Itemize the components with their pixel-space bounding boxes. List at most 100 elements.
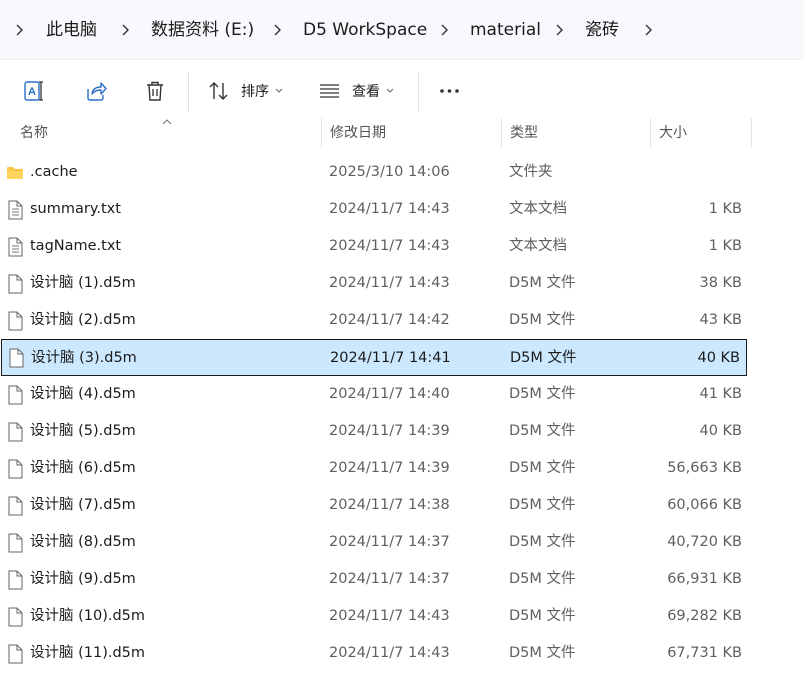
file-type: 文本文档 [509,201,567,217]
file-size: 1 KB [708,201,742,217]
file-size: 66,931 KB [667,571,742,587]
chevron-right-icon[interactable] [437,18,451,42]
file-type: 文件夹 [509,164,553,180]
file-icon [6,533,24,553]
file-icon [6,385,24,405]
file-type: D5M 文件 [509,423,576,439]
file-name: 设计脑 (7).d5m [30,497,136,513]
view-button[interactable]: 查看 [318,75,394,107]
file-row[interactable]: 设计脑 (5).d5m 2024/11/7 14:39 D5M 文件 40 KB [0,413,748,450]
share-icon [87,82,107,101]
file-size: 38 KB [699,275,742,291]
column-size[interactable]: 大小 [651,118,751,148]
file-type: D5M 文件 [509,312,576,328]
breadcrumb-item-this-pc[interactable]: 此电脑 [46,18,97,42]
file-type: D5M 文件 [509,497,576,513]
sort-label: 排序 [241,84,269,100]
file-row[interactable]: 设计脑 (6).d5m 2024/11/7 14:39 D5M 文件 56,663 K… [0,450,748,487]
file-date: 2024/11/7 14:43 [329,201,450,217]
file-type: D5M 文件 [509,460,576,476]
file-row[interactable]: 设计脑 (9).d5m 2024/11/7 14:37 D5M 文件 66,931 K… [0,561,748,598]
file-row[interactable]: .cache 2025/3/10 14:06 文件夹 [0,154,748,191]
file-name: 设计脑 (3).d5m [31,350,137,366]
file-type: D5M 文件 [509,386,576,402]
file-type: D5M 文件 [510,350,577,366]
breadcrumb-item-drive[interactable]: 数据资料 (E:) [151,18,254,42]
file-name: 设计脑 (10).d5m [30,608,146,624]
chevron-right-icon[interactable] [12,18,26,42]
view-list-icon [320,84,339,98]
file-date: 2025/3/10 14:06 [329,164,450,180]
file-name: 设计脑 (11).d5m [30,645,146,661]
file-icon [6,496,24,516]
file-icon [6,644,24,664]
file-size: 69,282 KB [667,608,742,624]
svg-text:A: A [28,86,36,98]
chevron-right-icon[interactable] [641,18,655,42]
file-name: 设计脑 (9).d5m [30,571,136,587]
file-row[interactable]: 设计脑 (1).d5m 2024/11/7 14:43 D5M 文件 38 KB [0,265,748,302]
file-name: .cache [30,164,78,180]
chevron-right-icon[interactable] [270,18,284,42]
text-file-icon [6,200,24,220]
chevron-right-icon[interactable] [118,18,132,42]
file-row[interactable]: summary.txt 2024/11/7 14:43 文本文档 1 KB [0,191,748,228]
file-size: 56,663 KB [667,460,742,476]
file-row[interactable]: 设计脑 (8).d5m 2024/11/7 14:37 D5M 文件 40,720 K… [0,524,748,561]
chevron-right-icon[interactable] [552,18,566,42]
file-name: 设计脑 (6).d5m [30,460,136,476]
file-row[interactable]: 设计脑 (11).d5m 2024/11/7 14:43 D5M 文件 67,731 … [0,635,748,672]
file-date: 2024/11/7 14:43 [329,645,450,661]
file-date: 2024/11/7 14:40 [329,386,450,402]
more-icon [440,89,459,93]
trash-icon [147,81,163,101]
file-size: 1 KB [708,238,742,254]
file-size: 60,066 KB [667,497,742,513]
column-date[interactable]: 修改日期 [322,118,500,148]
column-name[interactable]: 名称 [12,118,322,148]
file-type: D5M 文件 [509,645,576,661]
share-button[interactable] [84,75,108,107]
file-size: 40,720 KB [667,534,742,550]
file-row[interactable]: 设计脑 (3).d5m 2024/11/7 14:41 D5M 文件 40 KB [1,339,747,376]
file-icon [6,570,24,590]
breadcrumb-item-tiles[interactable]: 瓷砖 [585,18,619,42]
file-type: D5M 文件 [509,571,576,587]
file-date: 2024/11/7 14:39 [329,460,450,476]
file-date: 2024/11/7 14:43 [329,238,450,254]
file-row[interactable]: 设计脑 (2).d5m 2024/11/7 14:42 D5M 文件 43 KB [0,302,748,339]
file-date: 2024/11/7 14:43 [329,275,450,291]
file-icon [6,459,24,479]
sort-icon [209,82,228,100]
file-name: 设计脑 (1).d5m [30,275,136,291]
file-date: 2024/11/7 14:43 [329,608,450,624]
file-row[interactable]: 设计脑 (10).d5m 2024/11/7 14:43 D5M 文件 69,282 … [0,598,748,635]
file-row[interactable]: 设计脑 (7).d5m 2024/11/7 14:38 D5M 文件 60,066 K… [0,487,748,524]
breadcrumb-item-material[interactable]: material [470,18,541,42]
delete-button[interactable] [143,75,167,107]
column-divider[interactable] [751,118,752,148]
file-date: 2024/11/7 14:39 [329,423,450,439]
toolbar-divider [418,72,419,112]
file-icon [6,311,24,331]
more-options-button[interactable] [438,75,462,107]
sort-button[interactable]: 排序 [207,75,283,107]
file-type: D5M 文件 [509,608,576,624]
column-header: 名称 修改日期 类型 大小 [0,118,804,152]
breadcrumb-item-workspace[interactable]: D5 WorkSpace [303,18,427,42]
file-date: 2024/11/7 14:38 [329,497,450,513]
file-row[interactable]: tagName.txt 2024/11/7 14:43 文本文档 1 KB [0,228,748,265]
rename-button[interactable]: A [22,75,46,107]
file-size: 43 KB [699,312,742,328]
file-date: 2024/11/7 14:37 [329,534,450,550]
folder-icon [6,163,24,183]
file-size: 41 KB [699,386,742,402]
address-bar[interactable]: 此电脑 数据资料 (E:) D5 WorkSpace material 瓷砖 [0,0,804,60]
rename-icon: A [24,81,43,101]
column-type[interactable]: 类型 [502,118,650,148]
file-name: tagName.txt [30,238,122,254]
file-icon [6,274,24,294]
file-row[interactable]: 设计脑 (4).d5m 2024/11/7 14:40 D5M 文件 41 KB [0,376,748,413]
file-date: 2024/11/7 14:41 [330,350,451,366]
file-name: 设计脑 (5).d5m [30,423,136,439]
